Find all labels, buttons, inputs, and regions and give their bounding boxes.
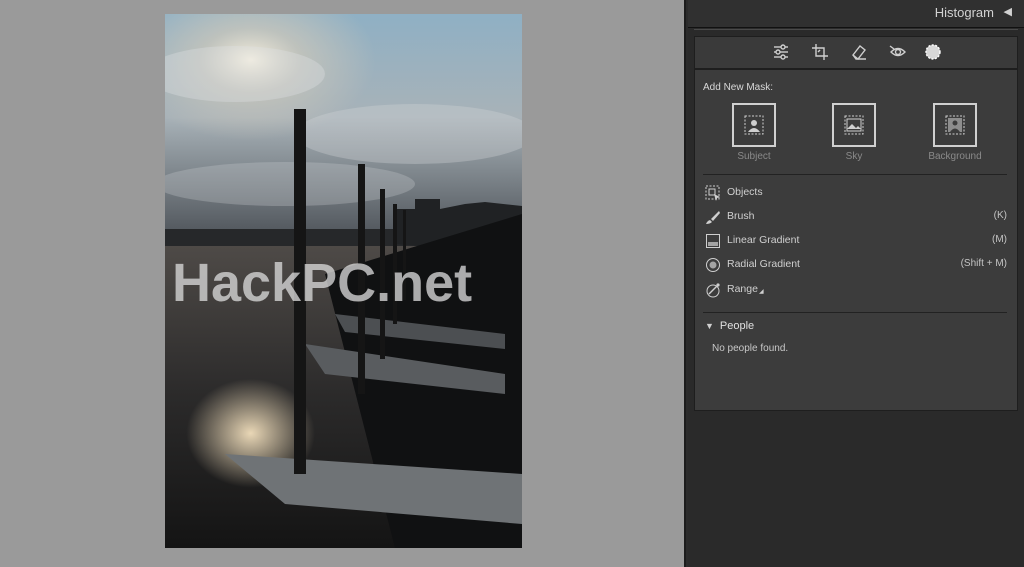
sky-mask-label: Sky — [845, 151, 863, 162]
edit-sliders-icon[interactable] — [771, 42, 791, 62]
linear-gradient-label: Linear Gradient — [727, 234, 800, 246]
expand-triangle-icon[interactable]: ▼ — [705, 321, 714, 331]
background-mask-label: Background — [928, 151, 982, 162]
right-panel: Histogram ◀ Add New Mask: Subject Sky Ba… — [688, 0, 1024, 567]
range-tool[interactable]: Range ◢ — [705, 280, 1007, 300]
background-mask-icon — [945, 115, 965, 135]
divider — [694, 29, 1018, 30]
people-empty-message: No people found. — [712, 343, 789, 354]
people-title: People — [719, 320, 755, 332]
linear-gradient-shortcut: (M) — [992, 234, 1007, 245]
range-icon — [706, 283, 720, 298]
masking-icon[interactable] — [923, 42, 943, 62]
radial-gradient-tool[interactable]: Radial Gradient (Shift + M) — [705, 255, 1007, 275]
red-eye-icon[interactable] — [888, 42, 908, 62]
watermark-text: HackPC.net — [172, 253, 473, 313]
range-submenu-icon[interactable]: ◢ — [759, 288, 764, 295]
linear-gradient-tool[interactable]: Linear Gradient (M) — [705, 231, 1007, 251]
edit-toolstrip — [694, 36, 1018, 69]
masking-panel: Add New Mask: Subject Sky Background Obj… — [694, 69, 1018, 411]
brush-tool[interactable]: Brush (K) — [705, 207, 1007, 227]
radial-gradient-icon — [706, 258, 720, 272]
range-label: Range — [727, 283, 758, 295]
sky-mask-button[interactable] — [832, 103, 876, 147]
brush-shortcut: (K) — [993, 210, 1007, 221]
divider — [703, 174, 1007, 175]
subject-mask-button[interactable] — [732, 103, 776, 147]
radial-gradient-label: Radial Gradient — [727, 258, 800, 270]
subject-mask-icon — [744, 115, 764, 135]
crop-icon[interactable] — [810, 42, 830, 62]
brush-label: Brush — [727, 210, 755, 222]
healing-eraser-icon[interactable] — [849, 42, 869, 62]
background-mask-button[interactable] — [933, 103, 977, 147]
collapse-triangle-icon[interactable]: ◀ — [1004, 5, 1012, 18]
objects-tool[interactable]: Objects — [705, 183, 1007, 203]
people-section-header[interactable]: ▼ People — [705, 320, 754, 332]
radial-gradient-shortcut: (Shift + M) — [960, 258, 1007, 269]
divider — [703, 312, 1007, 313]
add-new-mask-label: Add New Mask: — [703, 82, 774, 93]
linear-gradient-icon — [706, 234, 720, 248]
histogram-title: Histogram — [934, 5, 994, 20]
objects-icon — [705, 185, 720, 201]
objects-label: Objects — [727, 186, 763, 198]
subject-mask-label: Subject — [737, 151, 771, 162]
sky-mask-icon — [844, 115, 864, 135]
brush-icon — [706, 211, 720, 224]
histogram-header[interactable]: Histogram ◀ — [688, 0, 1024, 28]
photo-canvas[interactable]: HackPC.net — [0, 0, 686, 567]
